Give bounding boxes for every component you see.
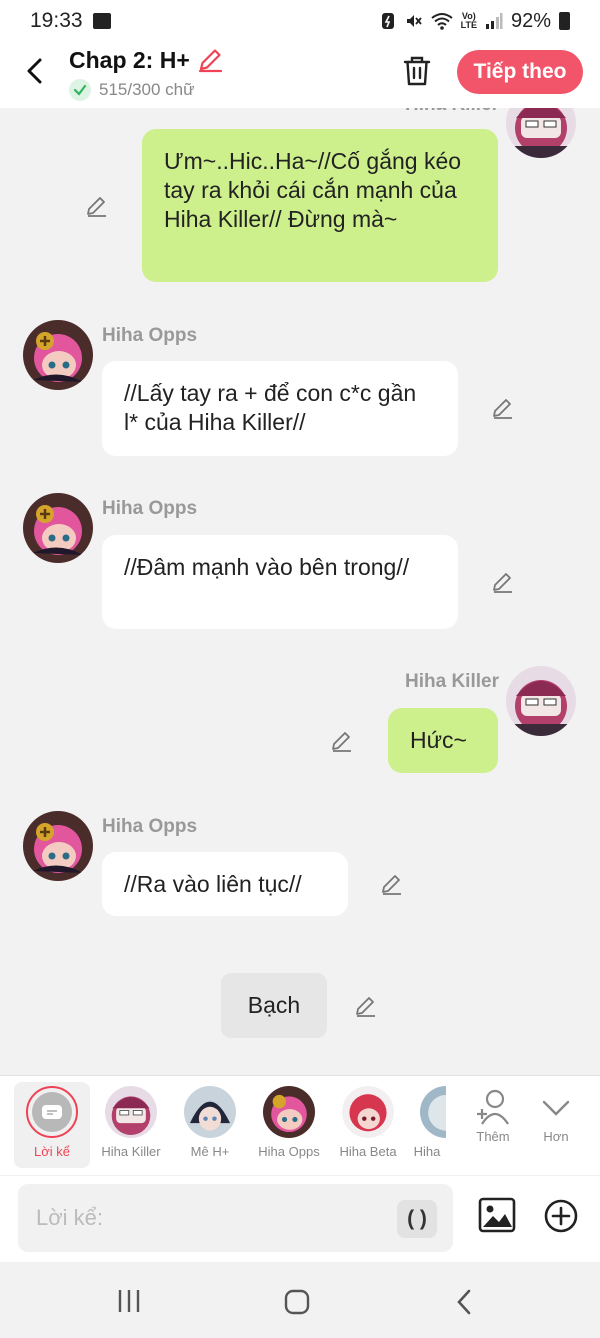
clock: 19:33 bbox=[30, 9, 83, 32]
character-label: Hiha Killer bbox=[101, 1144, 161, 1159]
trash-icon[interactable] bbox=[400, 54, 434, 88]
character-avatar bbox=[263, 1086, 315, 1138]
chapter-title-text: Chap 2: H+ bbox=[69, 46, 190, 73]
home-icon[interactable] bbox=[284, 1289, 310, 1315]
speaker-name: Hiha Opps bbox=[102, 498, 198, 519]
battery-icon bbox=[559, 12, 570, 30]
back-icon[interactable] bbox=[454, 1288, 474, 1316]
status-icons: Vo) LTE 92% bbox=[379, 10, 570, 33]
system-nav-bar bbox=[0, 1262, 600, 1338]
chapter-title[interactable]: Chap 2: H+ bbox=[69, 46, 224, 74]
message-bubble[interactable]: //Lấy tay ra + để con c*c gần l* của Hih… bbox=[102, 361, 458, 456]
back-arrow-icon[interactable] bbox=[22, 56, 48, 86]
add-person-icon bbox=[477, 1089, 509, 1125]
message-text: Hức~ bbox=[410, 727, 467, 753]
editor-header: Chap 2: H+ 515/300 chữ Tiếp theo bbox=[0, 42, 600, 108]
avatar-hiha-killer[interactable] bbox=[506, 666, 576, 736]
status-bar: 19:33 Vo) LTE 92% bbox=[0, 0, 600, 42]
message-input[interactable]: Lời kể: bbox=[18, 1184, 453, 1252]
message-text: //Ra vào liên tục// bbox=[124, 871, 302, 897]
narration-icon bbox=[26, 1086, 78, 1138]
message-bubble[interactable]: Ưm~..Hic..Ha~//Cố gắng kéo tay ra khỏi c… bbox=[142, 129, 498, 282]
recent-apps-icon[interactable] bbox=[116, 1288, 142, 1314]
add-character-button[interactable]: Thêm bbox=[463, 1088, 523, 1144]
avatar-hiha-killer[interactable] bbox=[506, 108, 576, 158]
battery-percent: 92% bbox=[510, 9, 551, 32]
next-button[interactable]: Tiếp theo bbox=[457, 50, 583, 94]
mute-icon bbox=[406, 15, 422, 27]
wifi-icon bbox=[431, 13, 453, 30]
edit-pencil-icon[interactable] bbox=[491, 570, 515, 594]
narration-bubble[interactable]: Bạch bbox=[221, 973, 327, 1038]
avatar-hiha-opps[interactable] bbox=[23, 811, 93, 881]
composer: Lời kể: ( ) bbox=[0, 1176, 600, 1262]
character-avatar bbox=[184, 1086, 236, 1138]
character-narrator[interactable]: Lời kể bbox=[14, 1082, 90, 1168]
speaker-name: Hiha Opps bbox=[102, 816, 198, 837]
character-hiha-opps[interactable]: Hiha Opps bbox=[251, 1082, 327, 1168]
edit-pencil-icon[interactable] bbox=[491, 396, 515, 420]
battery-saver-icon bbox=[381, 13, 394, 29]
check-icon bbox=[69, 79, 91, 101]
speaker-name: Hiha Opps bbox=[102, 325, 198, 346]
edit-pencil-icon[interactable] bbox=[380, 872, 404, 896]
image-icon[interactable] bbox=[478, 1196, 516, 1234]
message-text: //Đâm mạnh vào bên trong// bbox=[124, 554, 410, 580]
character-label: Hiha bbox=[413, 1144, 441, 1159]
avatar-hiha-opps[interactable] bbox=[23, 320, 93, 390]
parentheses-button[interactable]: ( ) bbox=[397, 1200, 437, 1238]
word-count-text: 515/300 chữ bbox=[99, 80, 195, 99]
chevron-down-icon bbox=[542, 1100, 570, 1116]
edit-pencil-icon[interactable] bbox=[330, 729, 354, 753]
message-bubble[interactable]: //Ra vào liên tục// bbox=[102, 852, 348, 916]
character-hiha-beta[interactable]: Hiha Beta bbox=[330, 1082, 406, 1168]
word-count: 515/300 chữ bbox=[69, 79, 195, 101]
edit-pencil-icon[interactable] bbox=[354, 994, 378, 1018]
character-avatar bbox=[105, 1086, 157, 1138]
chat-area[interactable]: Hiha Killer Ưm~..Hic..Ha~//Cố gắng kéo t… bbox=[0, 108, 600, 1075]
character-label: Mê H+ bbox=[190, 1144, 230, 1159]
character-me-h[interactable]: Mê H+ bbox=[172, 1082, 248, 1168]
character-hiha-partial[interactable]: Hiha bbox=[408, 1082, 446, 1168]
narration-text: Bạch bbox=[247, 992, 301, 1018]
speaker-name: Hiha Killer bbox=[405, 671, 499, 692]
character-hiha-killer[interactable]: Hiha Killer bbox=[93, 1082, 169, 1168]
gallery-notification-icon bbox=[92, 13, 111, 29]
avatar-hiha-opps[interactable] bbox=[23, 493, 93, 563]
message-input-placeholder: Lời kể: bbox=[36, 1205, 104, 1230]
speaker-name: Hiha Killer bbox=[405, 108, 499, 116]
more-label: Hơn bbox=[543, 1129, 569, 1144]
more-button[interactable]: Hơn bbox=[526, 1088, 586, 1144]
message-text: //Lấy tay ra + để con c*c gần l* của Hih… bbox=[124, 380, 417, 435]
edit-pencil-icon[interactable] bbox=[85, 194, 109, 218]
signal-icon bbox=[485, 13, 503, 29]
character-avatar bbox=[420, 1086, 446, 1138]
character-selector: Lời kể Hiha Killer Mê H+ Hiha Opps Hiha … bbox=[0, 1075, 600, 1175]
character-label: Hiha Beta bbox=[339, 1144, 397, 1159]
message-bubble[interactable]: Hức~ bbox=[388, 708, 498, 773]
character-label: Lời kể bbox=[34, 1144, 70, 1159]
character-avatar bbox=[342, 1086, 394, 1138]
message-text: Ưm~..Hic..Ha~//Cố gắng kéo tay ra khỏi c… bbox=[164, 148, 462, 232]
add-label: Thêm bbox=[476, 1129, 510, 1144]
add-circle-icon[interactable] bbox=[543, 1198, 579, 1234]
edit-title-icon[interactable] bbox=[196, 46, 224, 74]
character-label: Hiha Opps bbox=[258, 1144, 320, 1159]
lte-icon: Vo) LTE bbox=[460, 11, 477, 30]
message-bubble[interactable]: //Đâm mạnh vào bên trong// bbox=[102, 535, 458, 629]
